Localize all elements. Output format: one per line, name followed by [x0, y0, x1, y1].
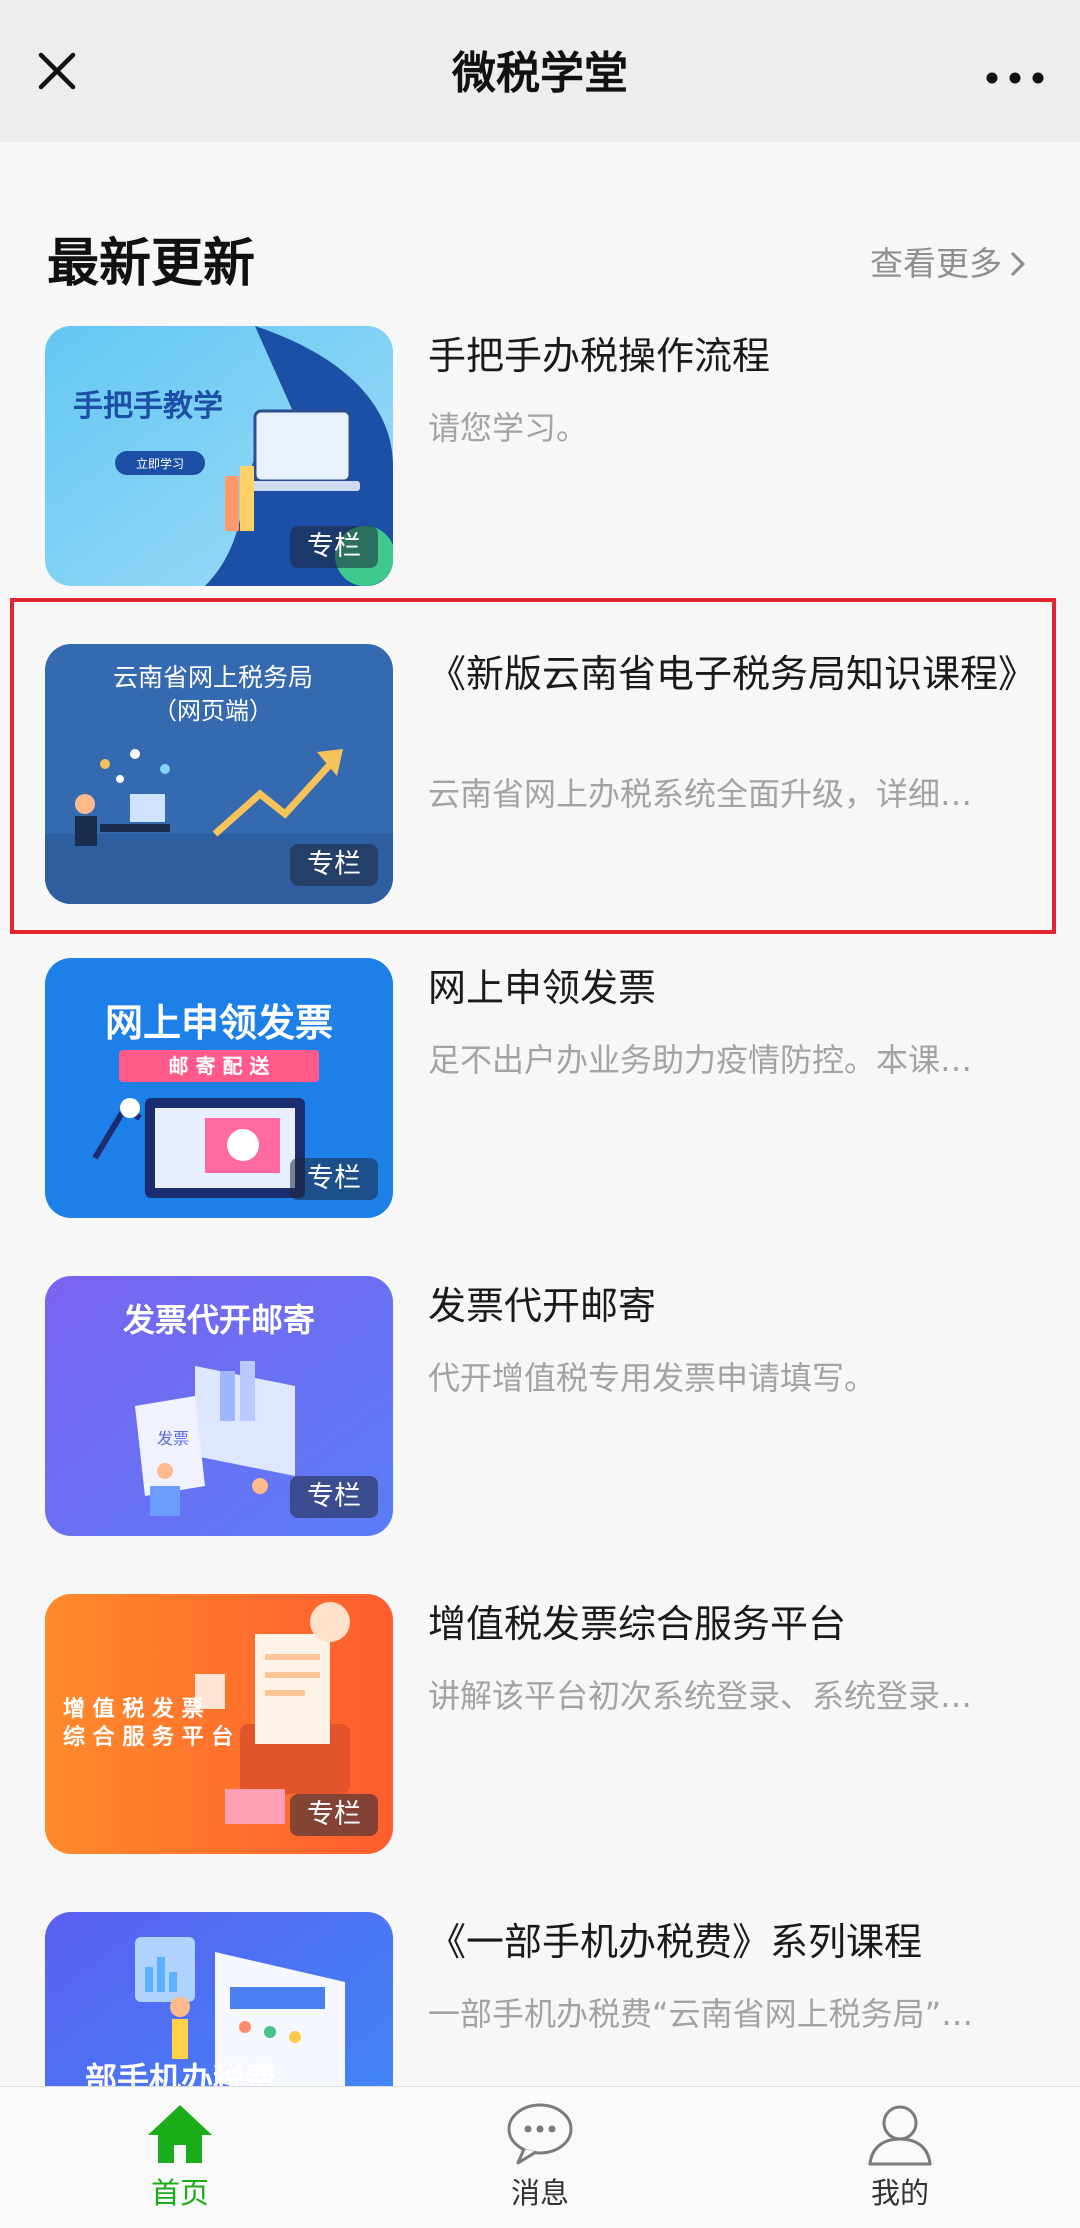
tab-label: 我的 [870, 2176, 929, 2210]
chevron-right-icon [1011, 252, 1025, 276]
thumbnail-text: 发票代开邮寄 [123, 1301, 315, 1339]
thumbnail-text: 部手机办税费 [85, 2060, 277, 2086]
course-thumbnail: 增 值 税 发 票 综 合 服 务 平 台 专栏 [45, 1594, 393, 1854]
thumbnail-text: 手把手教学 [73, 389, 223, 424]
course-item[interactable]: 云南省网上税务局 （网页端） 专栏 《新版云南省电子税务局知识课程》 云南省网上… [0, 644, 1080, 904]
course-item[interactable]: 立即学习 手把手教学 专栏 手把手办税操作流程 请您学习。 [0, 326, 1080, 586]
course-item[interactable]: 发票代开邮寄 发票 专栏 发票代开邮寄 代开增值税专用发票申请填写。 [0, 1276, 1080, 1536]
course-title: 《新版云南省电子税务局知识课程》 [428, 652, 1037, 696]
course-description: 讲解该平台初次系统登录、系统登录… [428, 1677, 973, 1715]
thumbnail-text: 网上申领发票 [105, 1001, 333, 1045]
course-item[interactable]: 增 值 税 发 票 综 合 服 务 平 台 专栏 增值税发票综合服务平台 讲解该… [0, 1594, 1080, 1854]
column-badge: 专栏 [290, 844, 378, 886]
thumbnail-sub-text: 发票 [157, 1429, 189, 1448]
course-item[interactable]: 部手机办税费 《一部手机办税费》系列课程 一部手机办税费“云南省网上税务局”… [0, 1912, 1080, 2086]
section-title: 最新更新 [47, 234, 256, 294]
course-title: 手把手办税操作流程 [428, 334, 771, 378]
course-description: 请您学习。 [428, 409, 589, 447]
see-more-link[interactable]: 查看更多 [870, 242, 1028, 286]
course-description: 代开增值税专用发票申请填写。 [428, 1359, 877, 1397]
column-badge: 专栏 [290, 1794, 378, 1836]
thumbnail-text: 云南省网上税务局 [113, 663, 313, 692]
user-icon [868, 2105, 932, 2166]
tab-messages[interactable]: 消息 [440, 2087, 640, 2228]
thumbnail-sub-text: 邮 寄 配 送 [169, 1054, 271, 1078]
thumbnail-sub-text: （网页端） [153, 697, 273, 725]
course-title: 网上申领发票 [428, 966, 657, 1010]
course-description: 云南省网上办税系统全面升级，详细… [428, 775, 973, 813]
tab-me[interactable]: 我的 [800, 2087, 1000, 2228]
thumbnail-text: 增 值 税 发 票 [63, 1696, 204, 1722]
course-description: 一部手机办税费“云南省网上税务局”… [428, 1995, 974, 2033]
navigation-bar: 微税学堂 [0, 0, 1080, 142]
column-badge: 专栏 [290, 1476, 378, 1518]
course-title: 增值税发票综合服务平台 [428, 1602, 847, 1646]
tab-label: 首页 [150, 2176, 209, 2210]
course-thumbnail: 发票代开邮寄 发票 专栏 [45, 1276, 393, 1536]
column-badge: 专栏 [290, 526, 378, 568]
course-thumbnail: 立即学习 手把手教学 专栏 [45, 326, 393, 586]
message-icon [507, 2103, 573, 2165]
tab-bar: 首页 消息 我的 [0, 2086, 1080, 2228]
course-thumbnail: 云南省网上税务局 （网页端） 专栏 [45, 644, 393, 904]
page-title: 微税学堂 [452, 48, 628, 99]
course-description: 足不出户办业务助力疫情防控。本课… [428, 1041, 973, 1079]
see-more-label: 查看更多 [870, 244, 1002, 283]
tab-home[interactable]: 首页 [80, 2087, 280, 2228]
thumbnail-sub-text: 综 合 服 务 平 台 [63, 1724, 233, 1750]
course-item[interactable]: 网上申领发票 邮 寄 配 送 专栏 网上申领发票 足不出户办业务助力疫情防控。本… [0, 958, 1080, 1218]
course-title: 发票代开邮寄 [428, 1284, 657, 1328]
more-icon[interactable] [980, 52, 1050, 92]
course-thumbnail: 部手机办税费 [45, 1912, 393, 2086]
course-thumbnail: 网上申领发票 邮 寄 配 送 专栏 [45, 958, 393, 1218]
course-title: 《一部手机办税费》系列课程 [428, 1920, 923, 1964]
home-icon [148, 2105, 212, 2163]
tab-label: 消息 [510, 2176, 569, 2210]
column-badge: 专栏 [290, 1158, 378, 1200]
thumbnail-sub-text: 立即学习 [136, 456, 184, 471]
